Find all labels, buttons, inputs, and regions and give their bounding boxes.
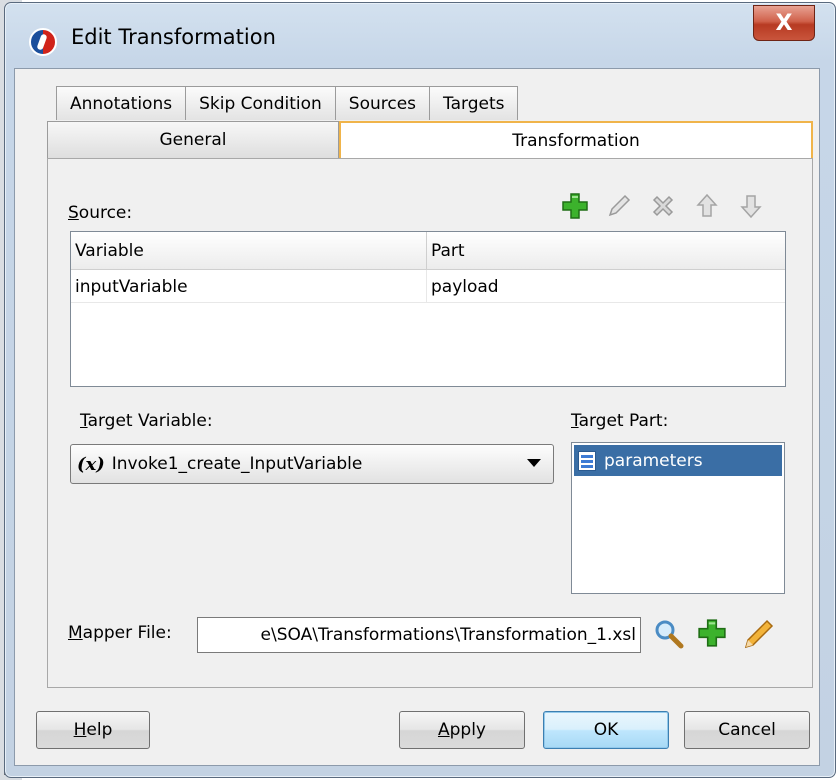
add-icon[interactable] [560,191,590,221]
source-label: Source: [68,203,132,223]
target-variable-mnemonic: T [80,411,88,431]
help-button[interactable]: Help [36,711,150,749]
mapper-file-input[interactable]: e\SOA\Transformations\Transformation_1.x… [197,617,641,653]
tab-targets[interactable]: Targets [429,86,519,120]
title-bar[interactable]: Edit Transformation X [5,3,835,73]
oracle-app-icon [29,28,57,56]
tab-annotations[interactable]: Annotations [56,86,187,120]
cell-variable[interactable]: inputVariable [71,270,427,303]
search-icon[interactable] [652,617,686,651]
source-toolbar [560,190,766,222]
source-label-rest: ource: [78,203,133,223]
move-down-icon[interactable] [736,191,766,221]
list-item[interactable]: parameters [574,445,782,476]
edit-icon[interactable] [604,191,634,221]
add-mapper-icon[interactable] [697,618,729,650]
source-table: Variable Part inputVariable payload [70,231,786,387]
table-header: Variable Part [71,232,785,270]
target-variable-rest: arget Variable: [87,411,213,431]
move-up-icon[interactable] [692,191,722,221]
cell-part[interactable]: payload [427,270,785,303]
target-variable-value: Invoke1_create_InputVariable [111,454,363,474]
ok-button[interactable]: OK [543,711,669,749]
help-rest: elp [86,720,113,740]
tab-row-top: Annotations Skip Condition Sources Targe… [56,86,519,120]
message-part-icon [578,450,596,471]
mapper-file-rest: apper File: [82,623,172,643]
variable-icon: (x) [77,453,105,475]
window-title: Edit Transformation [71,25,276,49]
target-variable-select[interactable]: (x) Invoke1_create_InputVariable [70,444,554,484]
tab-transformation[interactable]: Transformation [339,121,813,159]
edit-mapper-icon[interactable] [742,617,776,651]
chevron-down-icon[interactable] [527,459,541,467]
close-button[interactable]: X [753,5,815,41]
delete-icon[interactable] [648,191,678,221]
column-header-part[interactable]: Part [427,232,785,270]
tab-sources[interactable]: Sources [334,86,431,120]
apply-mnemonic: A [437,720,450,740]
tab-general[interactable]: General [47,121,339,159]
target-part-rest: arget Part: [578,411,669,431]
mapper-file-mnemonic: M [68,623,83,643]
help-mnemonic: H [73,720,87,740]
tab-row-bottom: General Transformation [47,121,813,159]
source-label-mnemonic: S [68,203,79,223]
apply-button[interactable]: Apply [399,711,525,749]
apply-rest: pply [449,720,486,740]
list-item-label: parameters [604,450,703,471]
target-variable-label: Target Variable: [80,411,213,431]
cancel-button[interactable]: Cancel [684,711,810,749]
target-part-label: Target Part: [571,411,668,431]
mapper-file-label: Mapper File: [68,623,172,643]
target-part-mnemonic: T [571,411,579,431]
table-row[interactable]: inputVariable payload [71,270,785,303]
tab-skip-condition[interactable]: Skip Condition [185,86,336,120]
target-part-list[interactable]: parameters [571,442,785,594]
column-header-variable[interactable]: Variable [71,232,427,270]
